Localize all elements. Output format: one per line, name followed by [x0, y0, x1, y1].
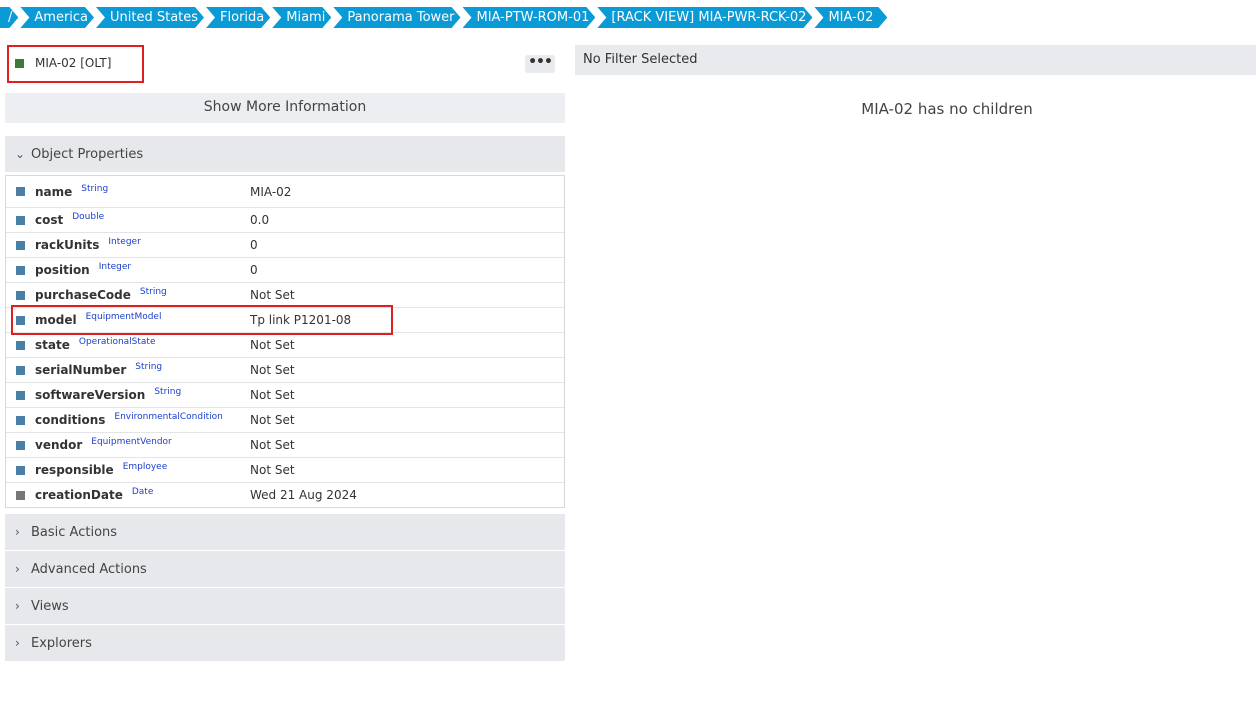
- object-header: MIA-02 [OLT]: [15, 53, 111, 73]
- property-icon: [16, 465, 25, 475]
- property-value: Wed 21 Aug 2024: [250, 488, 357, 502]
- property-row-name[interactable]: name String MIA-02: [6, 176, 564, 207]
- property-row-state[interactable]: state OperationalState Not Set: [6, 332, 564, 357]
- property-type: EnvironmentalCondition: [114, 412, 223, 422]
- property-name: creationDate: [35, 488, 123, 502]
- property-row-creationdate[interactable]: creationDate Date Wed 21 Aug 2024: [6, 482, 564, 507]
- property-icon: [16, 490, 25, 500]
- property-type: OperationalState: [78, 337, 156, 347]
- breadcrumb-item-united-states[interactable]: United States: [96, 7, 204, 28]
- property-name: name: [35, 184, 73, 199]
- property-value: Not Set: [250, 288, 295, 302]
- property-icon: [16, 365, 25, 375]
- object-title: MIA-02 [OLT]: [35, 56, 112, 70]
- property-type: Date: [131, 487, 154, 497]
- section-label: Object Properties: [31, 146, 144, 162]
- property-type: Integer: [98, 262, 132, 272]
- property-icon: [16, 340, 25, 350]
- property-value: Not Set: [250, 388, 295, 402]
- basic-actions-header[interactable]: › Basic Actions: [5, 514, 565, 550]
- property-value: Not Set: [250, 363, 295, 377]
- property-icon: [16, 265, 25, 275]
- property-value: Not Set: [250, 338, 295, 352]
- filter-bar[interactable]: No Filter Selected: [575, 45, 1256, 75]
- property-row-rackunits[interactable]: rackUnits Integer 0: [6, 232, 564, 257]
- property-row-position[interactable]: position Integer 0: [6, 257, 564, 282]
- property-icon: [16, 240, 25, 250]
- property-type: Employee: [122, 462, 168, 472]
- chevron-right-icon: ›: [15, 562, 20, 576]
- property-name: vendor: [35, 438, 83, 452]
- property-row-cost[interactable]: cost Double 0.0: [6, 207, 564, 232]
- property-value: Not Set: [250, 463, 295, 477]
- property-type: Integer: [108, 237, 141, 247]
- property-row-responsible[interactable]: responsible Employee Not Set: [6, 457, 564, 482]
- breadcrumb-item-america[interactable]: America: [20, 7, 94, 28]
- property-value: MIA-02: [250, 184, 292, 199]
- breadcrumb-item-current[interactable]: MIA-02: [814, 7, 887, 28]
- property-type: String: [81, 183, 109, 194]
- property-type: String: [154, 387, 182, 397]
- property-icon: [16, 215, 25, 225]
- breadcrumb-item-rack-view[interactable]: [RACK VIEW] MIA-PWR-RCK-02: [597, 7, 812, 28]
- property-value: 0.0: [250, 213, 270, 227]
- property-value: 0: [250, 238, 258, 252]
- property-row-vendor[interactable]: vendor EquipmentVendor Not Set: [6, 432, 564, 457]
- property-row-conditions[interactable]: conditions EnvironmentalCondition Not Se…: [6, 407, 564, 432]
- property-name: serialNumber: [35, 363, 127, 377]
- section-label: Basic Actions: [31, 524, 118, 540]
- property-value: Not Set: [250, 438, 295, 452]
- property-type: String: [135, 362, 163, 372]
- property-icon: [16, 290, 25, 300]
- status-square-icon: [15, 58, 24, 68]
- property-row-purchasecode[interactable]: purchaseCode String Not Set: [6, 282, 564, 307]
- property-type: EquipmentVendor: [91, 437, 172, 447]
- property-name: position: [35, 263, 90, 277]
- no-children-message: MIA-02 has no children: [861, 100, 1033, 118]
- section-label: Advanced Actions: [31, 561, 147, 577]
- property-name: rackUnits: [35, 238, 100, 252]
- property-name: cost: [35, 213, 64, 227]
- property-name: purchaseCode: [35, 288, 131, 302]
- breadcrumb-item-root[interactable]: /: [0, 7, 18, 28]
- property-type: Double: [72, 212, 105, 222]
- breadcrumb: / America United States Florida Miami Pa…: [0, 7, 889, 28]
- views-header[interactable]: › Views: [5, 588, 565, 624]
- chevron-right-icon: ›: [15, 599, 20, 613]
- property-icon: [16, 390, 25, 400]
- chevron-right-icon: ›: [15, 525, 20, 539]
- property-row-softwareversion[interactable]: softwareVersion String Not Set: [6, 382, 564, 407]
- section-label: Explorers: [31, 635, 92, 651]
- property-name: conditions: [35, 413, 106, 427]
- property-type: String: [139, 287, 167, 297]
- property-value: 0: [250, 263, 258, 277]
- breadcrumb-item-panorama-tower[interactable]: Panorama Tower: [333, 7, 460, 28]
- properties-table: name String MIA-02 cost Double 0.0 rackU…: [5, 175, 565, 508]
- object-properties-header[interactable]: ⌄ Object Properties: [5, 136, 565, 172]
- property-name: state: [35, 338, 70, 352]
- explorers-header[interactable]: › Explorers: [5, 625, 565, 661]
- more-options-button[interactable]: •••: [525, 55, 555, 73]
- chevron-right-icon: ›: [15, 636, 20, 650]
- show-more-information-button[interactable]: Show More Information: [5, 93, 565, 123]
- property-row-serialnumber[interactable]: serialNumber String Not Set: [6, 357, 564, 382]
- property-icon: [16, 415, 25, 425]
- breadcrumb-item-room[interactable]: MIA-PTW-ROM-01: [463, 7, 596, 28]
- breadcrumb-item-florida[interactable]: Florida: [206, 7, 270, 28]
- property-icon: [16, 187, 25, 196]
- breadcrumb-item-miami[interactable]: Miami: [272, 7, 331, 28]
- property-name: responsible: [35, 463, 114, 477]
- chevron-down-icon: ⌄: [15, 147, 26, 161]
- section-label: Views: [31, 598, 69, 614]
- model-highlight-box: [11, 305, 393, 335]
- property-name: softwareVersion: [35, 388, 146, 402]
- property-value: Not Set: [250, 413, 295, 427]
- property-icon: [16, 440, 25, 450]
- advanced-actions-header[interactable]: › Advanced Actions: [5, 551, 565, 587]
